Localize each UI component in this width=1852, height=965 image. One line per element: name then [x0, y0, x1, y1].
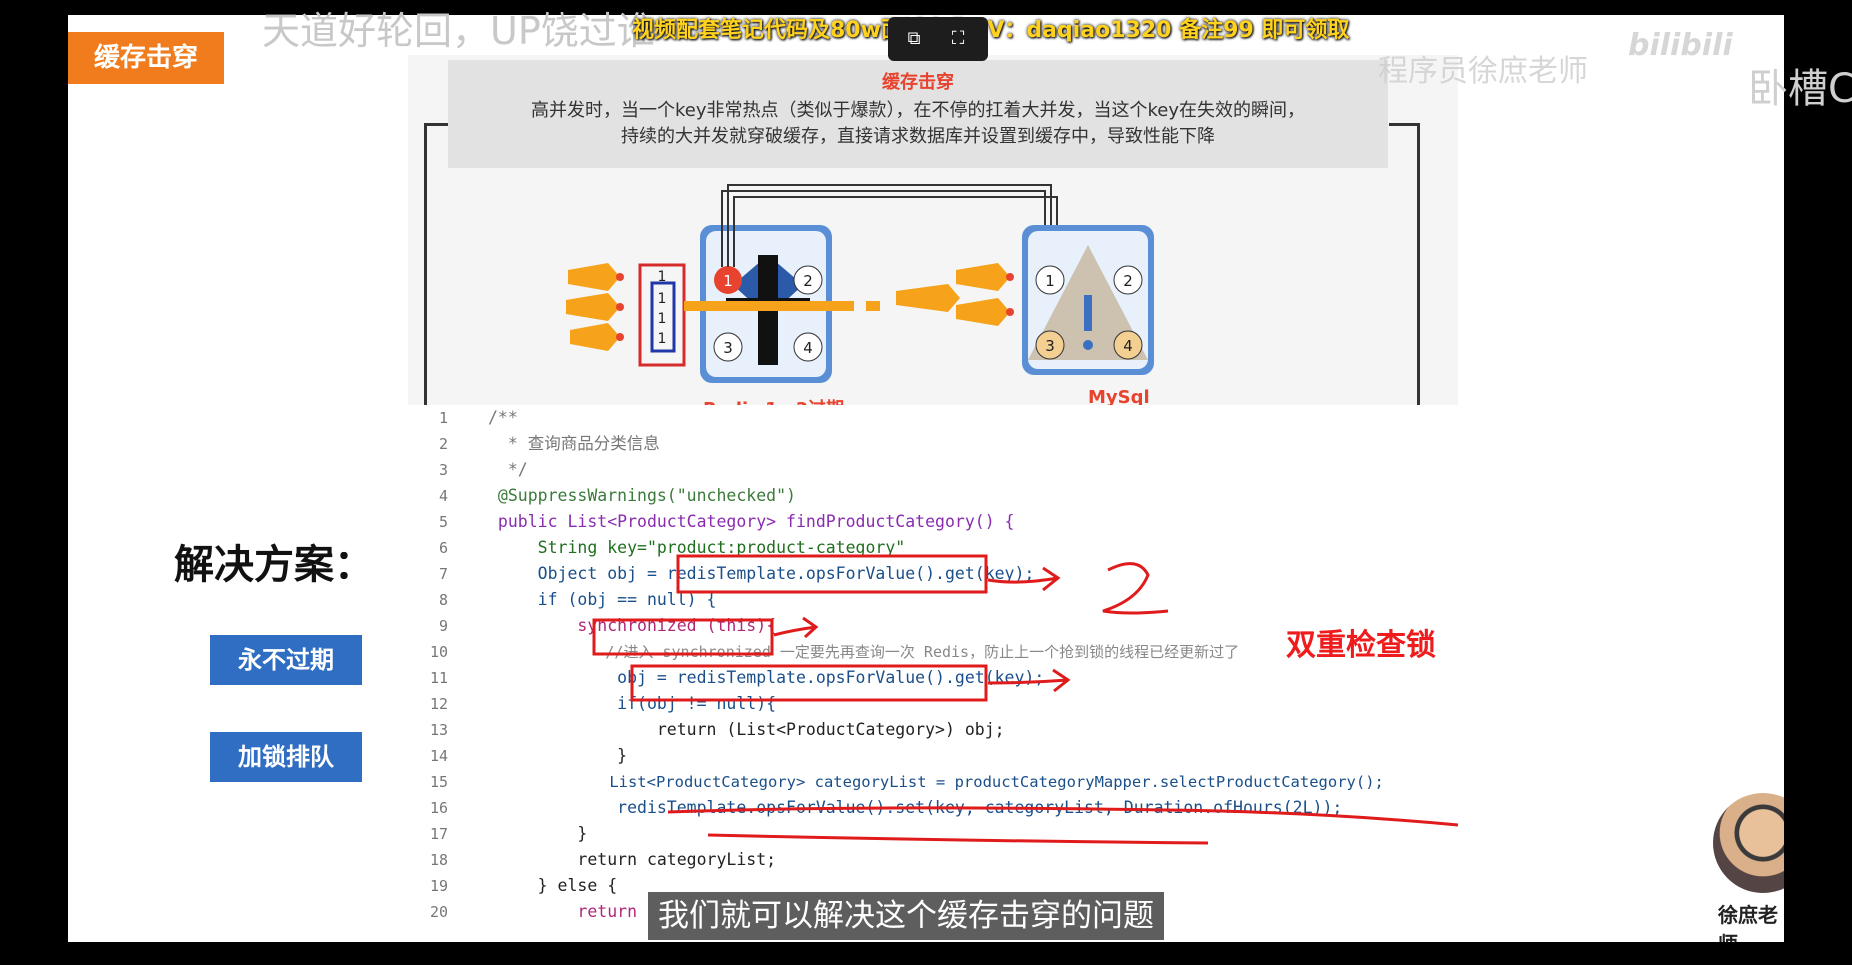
bilibili-logo: bilibili: [1628, 28, 1733, 63]
queue-item-4: 1: [658, 331, 667, 347]
pip-icon[interactable]: ⧉: [902, 27, 926, 51]
queue-item-1: 1: [658, 269, 667, 285]
cache-breakdown-diagram: 缓存击穿 高并发时，当一个key非常热点（类似于爆款），在不停的扛着大并发，当这…: [408, 55, 1458, 426]
mysql-box-icon: [1022, 225, 1154, 375]
redis-node-2: 2: [803, 272, 813, 290]
mysql-node-3: 3: [1045, 337, 1055, 355]
queue-item-3: 1: [658, 311, 667, 327]
video-controls[interactable]: ⧉ ⛶: [888, 17, 988, 61]
queue-item-2: 1: [658, 291, 667, 307]
teacher-avatar: [1713, 793, 1784, 893]
solution-label: 解决方案：: [174, 542, 374, 588]
flame-arrows-left-icon: [566, 263, 624, 351]
breakthrough-line: [684, 301, 854, 311]
channel-watermark: 程序员徐庶老师: [1378, 54, 1588, 89]
fullscreen-icon[interactable]: ⛶: [946, 27, 970, 51]
redis-node-4: 4: [803, 339, 813, 357]
ghost-title: 天道好轮回，UP饶过谁: [262, 9, 655, 53]
video-frame: 缓存击穿 缓存击穿 高并发时，当一个key非常热点（类似于爆款），在不停的扛着大…: [0, 0, 1852, 965]
side-watermark: 卧槽C: [1748, 66, 1852, 112]
mysql-node-1: 1: [1045, 272, 1055, 290]
slide: 缓存击穿 缓存击穿 高并发时，当一个key非常热点（类似于爆款），在不停的扛着大…: [68, 15, 1784, 942]
solution-lock-queue-button[interactable]: 加锁排队: [210, 732, 362, 782]
mysql-node-2: 2: [1123, 272, 1133, 290]
slide-title-box: 缓存击穿: [68, 32, 224, 84]
video-subtitle: 我们就可以解决这个缓存击穿的问题: [648, 892, 1164, 940]
redis-node-1: 1: [723, 272, 733, 290]
code-block: 1/** 2 * 查询商品分类信息 3 */ 4 @SuppressWarnin…: [408, 405, 1458, 942]
redis-node-3: 3: [723, 339, 733, 357]
diagram-graphics: 1 1 1 1 1 2 3 4 1 2 3 4: [566, 184, 1154, 383]
mysql-node-4: 4: [1123, 337, 1133, 355]
double-check-lock-label: 双重检查锁: [1286, 628, 1436, 663]
teacher-name: 徐庶老师: [1718, 903, 1778, 942]
flame-arrows-right-icon: [896, 263, 1014, 326]
solution-never-expire-button[interactable]: 永不过期: [210, 635, 362, 685]
promo-banner: 视频配套笔记代码及80w面试宝典+V：daqiao1320 备注99 即可领取: [632, 18, 1350, 43]
